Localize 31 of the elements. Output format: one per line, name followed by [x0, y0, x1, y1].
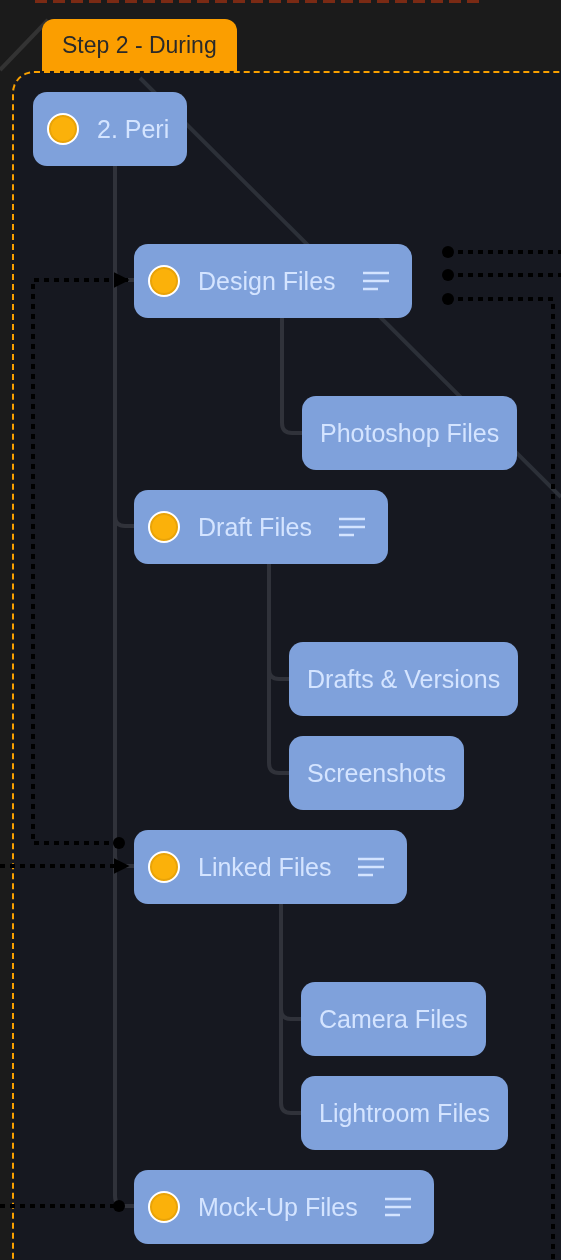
topic-label: Drafts & Versions	[307, 664, 501, 694]
notes-icon	[357, 856, 386, 878]
notes-icon	[337, 516, 366, 538]
notes-icon	[383, 1196, 412, 1218]
background-line	[0, 18, 50, 72]
topic-node[interactable]: 2. Peri	[33, 92, 188, 166]
topic-label: Design Files	[198, 266, 336, 296]
topic-label: Linked Files	[198, 852, 332, 882]
notes-icon	[361, 270, 390, 292]
topic-label: Camera Files	[319, 1004, 468, 1034]
topic-label: Photoshop Files	[320, 418, 500, 448]
topic-node[interactable]: Camera Files	[301, 982, 486, 1056]
status-dot-icon	[148, 1191, 180, 1223]
topic-node[interactable]: Draft Files	[134, 490, 388, 564]
topic-node[interactable]: Photoshop Files	[302, 396, 518, 470]
topic-label: Mock-Up Files	[198, 1192, 358, 1222]
topic-node[interactable]: Lightroom Files	[301, 1076, 508, 1150]
status-dot-icon	[148, 851, 180, 883]
topic-label: Screenshots	[307, 758, 446, 788]
topic-label: Lightroom Files	[319, 1098, 490, 1128]
topic-node[interactable]: Screenshots	[289, 736, 464, 810]
status-dot-icon	[47, 113, 79, 145]
status-dot-icon	[148, 265, 180, 297]
topic-label: 2. Peri	[97, 114, 170, 144]
group-tab[interactable]: Step 2 - During	[42, 19, 237, 71]
topic-node[interactable]: Drafts & Versions	[289, 642, 519, 716]
topic-label: Draft Files	[198, 512, 312, 542]
status-dot-icon	[148, 511, 180, 543]
topic-node[interactable]: Mock-Up Files	[134, 1170, 434, 1244]
topic-node[interactable]: Design Files	[134, 244, 412, 318]
topic-node[interactable]: Linked Files	[134, 830, 408, 904]
